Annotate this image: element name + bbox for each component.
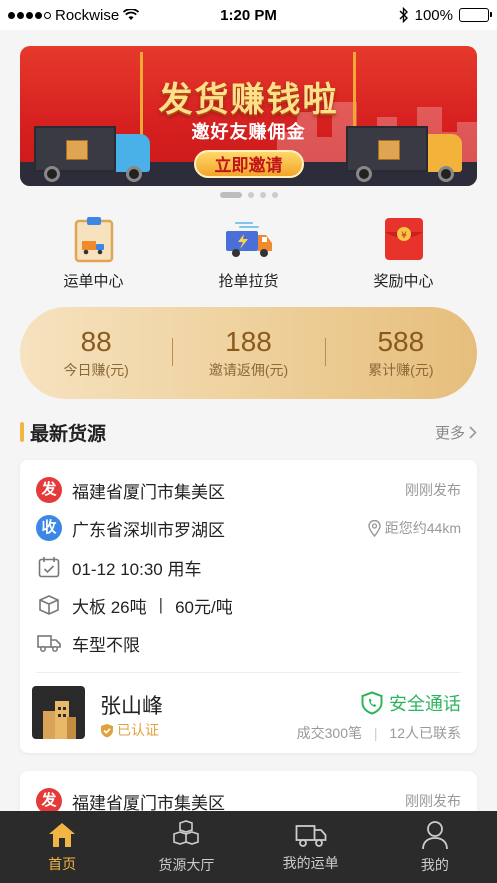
distance: 距您约44km [368,518,461,538]
quick-item-grab-order[interactable]: 抢单拉货 [189,214,309,294]
deal-separator: | [373,725,378,741]
calendar-check-icon [36,554,62,580]
destination-row: 收 广东省深圳市罗湖区 距您约44km [36,514,461,542]
status-right: 100% [399,6,492,24]
tab-my-waybills[interactable]: 我的运单 [249,811,373,883]
chevron-right-icon [469,425,477,439]
truck-type: 车型不限 [72,635,140,655]
tab-label: 我的运单 [282,854,339,871]
invite-button[interactable]: 立即邀请 [193,150,304,178]
quick-item-label: 运单中心 [63,273,124,290]
stat-value: 588 [377,326,425,357]
banner-pager[interactable] [0,192,497,198]
owner-name: 张山峰 [100,695,163,718]
tab-label: 首页 [48,855,77,872]
more-label: 更多 [434,424,465,442]
origin-row: 发 福建省厦门市集美区 刚刚发布 [36,476,461,504]
shield-check-icon [101,723,113,737]
cargo-row: 大板 26吨 | 60元/吨 [36,591,461,619]
verified-label: 已认证 [117,722,159,738]
pager-dot[interactable] [259,192,266,198]
box-icon [36,592,62,618]
cargo-price: 60元/吨 [175,597,233,617]
section-accent-bar [20,422,24,442]
quick-menu: 运单中心 抢单拉货 ¥ 奖励中心 [0,214,497,294]
destination-tag: 收 [36,515,62,541]
origin-address: 福建省厦门市集美区 [72,482,225,502]
origin-tag: 发 [36,477,62,503]
section-title: 最新货源 [30,423,107,445]
stat-label: 今日赚(元) [63,362,129,378]
quick-item-label: 抢单拉货 [218,273,279,290]
quick-item-reward-center[interactable]: ¥ 奖励中心 [344,214,464,294]
secure-call-button[interactable]: 安全通话 [361,690,461,716]
promo-banner[interactable]: 发货赚钱啦 邀好友赚佣金 立即邀请 [20,46,477,186]
tab-label: 我的 [420,856,449,873]
pager-dot[interactable] [271,192,278,198]
battery-icon [459,8,492,22]
cargo-separator: | [158,595,164,614]
pickup-time: 01-12 10:30 用车 [72,559,202,579]
cargo-card[interactable]: 发 福建省厦门市集美区 刚刚发布 收 广东省深圳市罗湖区 距您约44km 01-… [20,460,477,753]
tab-home[interactable]: 首页 [0,811,124,883]
origin-address: 福建省厦门市集美区 [72,793,225,813]
truck-outline-icon [36,630,62,656]
stat-label: 邀请返佣(元) [208,362,289,378]
bluetooth-icon [399,7,408,23]
fast-truck-icon [224,214,274,264]
red-envelope-icon: ¥ [379,214,429,264]
quick-item-label: 奖励中心 [373,273,434,290]
banner-subtitle: 邀好友赚佣金 [191,122,306,142]
pager-dot[interactable] [247,192,254,198]
secure-call-label: 安全通话 [389,694,461,714]
verified-badge: 已认证 [100,720,159,740]
user-icon [421,820,448,849]
time-row: 01-12 10:30 用车 [36,553,461,581]
home-icon [49,822,76,847]
card-divider [36,672,461,673]
truck-type-row: 车型不限 [36,629,461,657]
more-link[interactable]: 更多 [435,422,477,443]
stat-total[interactable]: 588 累计赚(元) [324,326,477,380]
quick-item-waybill-center[interactable]: 运单中心 [34,214,154,294]
earnings-stats: 88 今日赚(元) 188 邀请返佣(元) 588 累计赚(元) [20,307,477,399]
location-pin-icon [368,519,381,537]
distance-text: 距您约44km [384,520,461,536]
tab-cargo-hall[interactable]: 货源大厅 [124,811,248,883]
svg-text:¥: ¥ [401,231,407,241]
stat-invite-commission[interactable]: 188 邀请返佣(元) [172,326,324,380]
clipboard-truck-icon [69,214,119,264]
deal-stats: 成交300笔 | 12人已联系 [297,723,461,743]
status-bar: Rockwise 1:20 PM 100% [0,0,497,30]
destination-address: 广东省深圳市罗湖区 [72,520,225,540]
pager-dot[interactable] [219,192,242,198]
tab-profile[interactable]: 我的 [373,811,497,883]
stat-value: 188 [225,326,272,357]
tab-label: 货源大厅 [158,856,215,873]
posted-time: 刚刚发布 [405,482,461,498]
boxes-icon [173,819,200,845]
cargo-type: 大板 26吨 [72,597,147,617]
contacted-count: 12人已联系 [389,725,461,741]
stat-today[interactable]: 88 今日赚(元) [20,326,172,380]
truck-icon [295,824,327,847]
stat-value: 88 [80,326,112,357]
stat-label: 累计赚(元) [368,362,434,378]
posted-time: 刚刚发布 [405,793,461,809]
phone-shield-icon [361,691,383,715]
owner-avatar[interactable] [32,686,85,739]
deal-count: 成交300笔 [296,725,362,741]
battery-percent: 100% [414,6,453,24]
bottom-tab-bar: 首页 货源大厅 我的运单 我的 [0,811,497,883]
latest-cargo-header: 最新货源 更多 [20,420,477,445]
banner-title: 发货赚钱啦 [158,81,339,119]
